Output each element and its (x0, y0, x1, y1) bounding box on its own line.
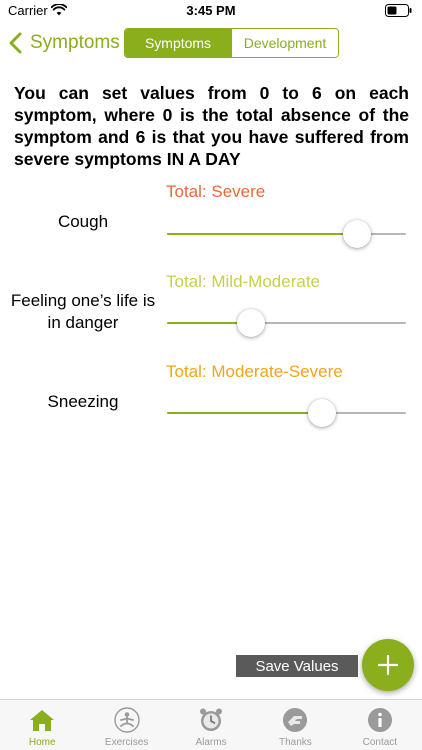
symptom-total-text: Total: Mild-Moderate (166, 272, 321, 291)
home-icon (30, 710, 55, 731)
tab-label: Exercises (104, 737, 149, 748)
slider-thumb[interactable] (237, 309, 266, 337)
symptom-row-cough: Total: Severe Cough (0, 182, 422, 262)
status-time: 3:45 PM (186, 3, 236, 18)
plus-icon (378, 655, 398, 675)
navigation-bar: Symptoms Symptoms Development (0, 22, 422, 66)
tab-home[interactable]: Home (0, 700, 84, 750)
tab-label: Thanks (279, 737, 312, 748)
tab-label: Contact (362, 737, 398, 748)
meditation-icon (113, 707, 140, 733)
alarm-clock-icon (200, 708, 223, 731)
info-icon (367, 708, 392, 732)
symptom-slider[interactable] (167, 308, 406, 338)
symptom-label: Cough (57, 212, 109, 231)
tab-thanks[interactable]: Thanks (253, 700, 337, 750)
segment-development[interactable]: Development (231, 29, 338, 57)
tab-label: Home (28, 737, 56, 748)
tab-alarms[interactable]: Alarms (169, 700, 253, 750)
segmented-control: Symptoms Development (124, 28, 339, 58)
segment-symptoms[interactable]: Symptoms (125, 29, 231, 57)
symptom-row-feeling-life-in-danger: Total: Mild-Moderate Feeling one’s life … (0, 272, 422, 352)
symptom-row-sneezing: Total: Moderate-Severe Sneezing (0, 362, 422, 442)
back-button[interactable]: Symptoms (8, 28, 120, 58)
slider-fill (167, 233, 357, 235)
slider-fill (167, 412, 322, 414)
symptom-slider[interactable] (167, 398, 406, 428)
chevron-left-icon (9, 32, 22, 54)
tab-contact[interactable]: Contact (338, 700, 422, 750)
tab-exercises[interactable]: Exercises (84, 700, 168, 750)
instructions-text: You can set values from 0 to 6 on each s… (14, 83, 409, 169)
tab-bar: Home Exercises Alarms Thanks Contact (0, 699, 422, 750)
slider-thumb[interactable] (342, 220, 371, 248)
save-values-button[interactable]: Save Values (236, 655, 358, 677)
tab-label: Alarms (195, 737, 227, 748)
battery-icon (385, 4, 412, 17)
thanks-icon (283, 708, 308, 732)
slider-thumb[interactable] (307, 399, 336, 427)
symptom-slider[interactable] (167, 219, 406, 249)
symptom-total-text: Total: Moderate-Severe (166, 362, 343, 381)
symptom-label: Sneezing (47, 392, 119, 411)
add-button[interactable] (362, 639, 414, 691)
symptom-total-text: Total: Severe (166, 182, 266, 201)
status-bar: Carrier 3:45 PM (0, 0, 422, 22)
back-button-label: Symptoms (30, 32, 120, 53)
symptom-label: Feeling one’s life is in danger (10, 291, 156, 332)
